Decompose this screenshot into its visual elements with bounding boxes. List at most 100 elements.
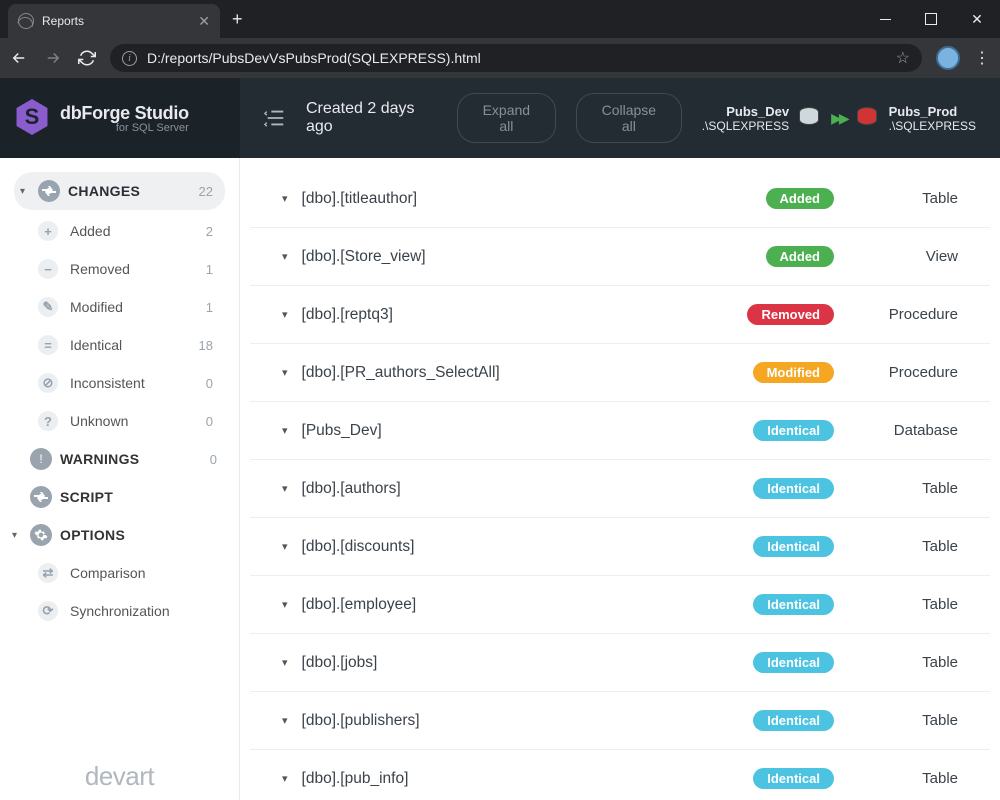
object-row[interactable]: [dbo].[publishers]IdenticalTable	[250, 692, 990, 750]
status-badge: Added	[766, 246, 834, 267]
window-maximize-button[interactable]	[908, 0, 954, 38]
expand-all-button[interactable]: Expand all	[457, 93, 556, 143]
object-type: Table	[848, 538, 958, 555]
sidebar-item-inconsistent[interactable]: ⊘Inconsistent0	[0, 364, 239, 402]
object-row[interactable]: [dbo].[reptq3]RemovedProcedure	[250, 286, 990, 344]
reload-button[interactable]	[78, 49, 96, 67]
sidebar-item-label: Removed	[70, 261, 194, 277]
status-icon: −	[38, 259, 58, 279]
db-compare: Pubs_Dev .\SQLEXPRESS ▶▶ Pubs_Prod .\SQL…	[702, 104, 976, 133]
status-icon: ?	[38, 411, 58, 431]
chevron-down-icon[interactable]	[282, 366, 288, 379]
sidebar-item-synchronization[interactable]: ⟳ Synchronization	[0, 592, 239, 630]
object-row[interactable]: [Pubs_Dev]IdenticalDatabase	[250, 402, 990, 460]
object-type: Table	[848, 596, 958, 613]
object-row[interactable]: [dbo].[PR_authors_SelectAll]ModifiedProc…	[250, 344, 990, 402]
close-tab-icon[interactable]: ✕	[198, 13, 210, 30]
chevron-down-icon[interactable]	[282, 656, 288, 669]
source-db-server: .\SQLEXPRESS	[702, 119, 789, 133]
globe-icon	[18, 13, 34, 29]
chevron-down-icon[interactable]	[282, 308, 288, 321]
sidebar-item-identical[interactable]: =Identical18	[0, 326, 239, 364]
chevron-down-icon[interactable]	[282, 598, 288, 611]
chevron-down-icon[interactable]	[282, 772, 288, 785]
object-name: [dbo].[employee]	[302, 596, 740, 614]
status-icon: ⊘	[38, 373, 58, 393]
object-name: [dbo].[PR_authors_SelectAll]	[302, 364, 739, 382]
chevron-down-icon[interactable]	[282, 540, 288, 553]
status-badge: Identical	[753, 536, 834, 557]
chevron-down-icon[interactable]	[282, 192, 288, 205]
target-db-icon	[857, 107, 879, 129]
chevron-down-icon[interactable]	[282, 250, 288, 263]
chevron-down-icon[interactable]	[282, 482, 288, 495]
script-icon	[30, 486, 52, 508]
object-row[interactable]: [dbo].[authors]IdenticalTable	[250, 460, 990, 518]
window-minimize-button[interactable]	[862, 0, 908, 38]
object-name: [dbo].[titleauthor]	[302, 190, 752, 208]
profile-avatar[interactable]	[936, 46, 960, 70]
object-name: [dbo].[pub_info]	[302, 770, 740, 788]
status-icon: ✎	[38, 297, 58, 317]
sidebar-group-changes[interactable]: CHANGES 22	[14, 172, 225, 210]
chevron-down-icon[interactable]	[282, 714, 288, 727]
object-name: [dbo].[jobs]	[302, 654, 740, 672]
sidebar-group-script[interactable]: SCRIPT	[0, 478, 239, 516]
object-row[interactable]: [dbo].[employee] Identical Table	[250, 576, 990, 634]
browser-tab[interactable]: Reports ✕	[8, 4, 220, 38]
changes-icon	[38, 180, 60, 202]
sidebar-item-unknown[interactable]: ?Unknown0	[0, 402, 239, 440]
brand: S dbForge Studio for SQL Server	[0, 78, 240, 158]
object-type: Procedure	[848, 306, 958, 323]
target-db-server: .\SQLEXPRESS	[889, 119, 976, 133]
chevron-down-icon[interactable]	[282, 424, 288, 437]
browser-menu-icon[interactable]: ⋮	[974, 48, 990, 68]
url-field[interactable]: i D:/reports/PubsDevVsPubsProd(SQLEXPRES…	[110, 44, 922, 72]
status-badge: Identical	[753, 710, 834, 731]
option-icon: ⇄	[38, 563, 58, 583]
status-badge: Identical	[753, 652, 834, 673]
object-name: [dbo].[publishers]	[302, 712, 740, 730]
status-icon: =	[38, 335, 58, 355]
object-type: Table	[848, 770, 958, 787]
sidebar-item-count: 18	[199, 338, 213, 353]
collapse-all-button[interactable]: Collapse all	[576, 93, 682, 143]
nav-forward-button[interactable]	[44, 49, 64, 67]
warning-icon: !	[30, 448, 52, 470]
tab-title: Reports	[42, 14, 190, 28]
sidebar-group-options[interactable]: OPTIONS	[0, 516, 239, 554]
info-icon[interactable]: i	[122, 51, 137, 66]
footer-brand: devart	[0, 761, 239, 792]
object-type: Table	[848, 480, 958, 497]
sidebar-item-count: 1	[206, 300, 213, 315]
new-tab-button[interactable]: +	[232, 9, 243, 30]
object-row[interactable]: [dbo].[pub_info]IdenticalTable	[250, 750, 990, 800]
sidebar-item-modified[interactable]: ✎Modified1	[0, 288, 239, 326]
sidebar-item-label: Added	[70, 223, 194, 239]
sidebar-item-added[interactable]: +Added2	[0, 212, 239, 250]
sidebar-item-count: 0	[206, 376, 213, 391]
window-close-button[interactable]	[954, 0, 1000, 38]
object-name: [Pubs_Dev]	[302, 422, 740, 440]
sidebar-item-label: Synchronization	[70, 603, 213, 619]
status-badge: Removed	[747, 304, 834, 325]
object-row[interactable]: [dbo].[discounts]IdenticalTable	[250, 518, 990, 576]
object-type: Procedure	[848, 364, 958, 381]
status-badge: Identical	[753, 594, 834, 615]
sidebar-item-label: Comparison	[70, 565, 213, 581]
sidebar-item-removed[interactable]: −Removed1	[0, 250, 239, 288]
option-icon: ⟳	[38, 601, 58, 621]
object-list[interactable]: [dbo].[titleauthor]AddedTable[dbo].[Stor…	[240, 158, 1000, 800]
object-name: [dbo].[authors]	[302, 480, 740, 498]
menu-icon[interactable]	[264, 109, 286, 127]
sidebar-item-count: 0	[206, 414, 213, 429]
sidebar-group-warnings[interactable]: ! WARNINGS 0	[0, 440, 239, 478]
sidebar-item-comparison[interactable]: ⇄ Comparison	[0, 554, 239, 592]
object-row[interactable]: [dbo].[titleauthor]AddedTable	[250, 170, 990, 228]
nav-back-button[interactable]	[10, 49, 30, 67]
object-row[interactable]: [dbo].[jobs]IdenticalTable	[250, 634, 990, 692]
object-row[interactable]: [dbo].[Store_view]AddedView	[250, 228, 990, 286]
object-type: Table	[848, 190, 958, 207]
source-db-icon	[799, 107, 821, 129]
bookmark-icon[interactable]: ☆	[896, 48, 910, 68]
